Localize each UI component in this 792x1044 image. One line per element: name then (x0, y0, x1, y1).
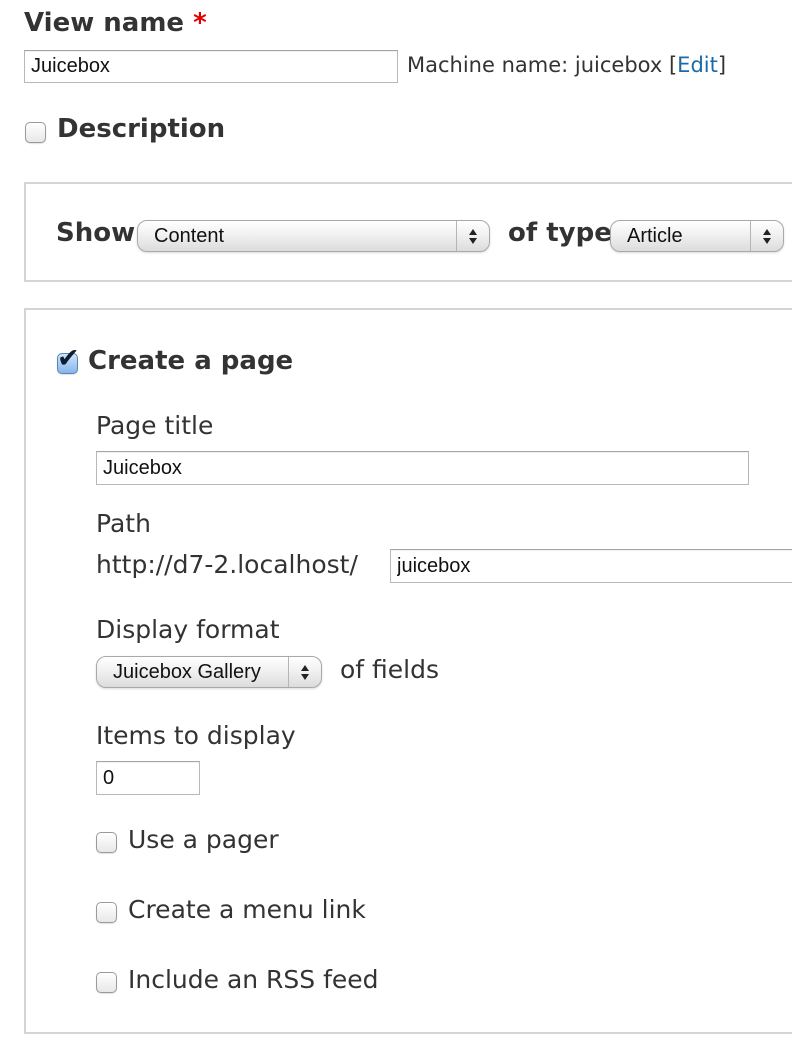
checkmark-icon: ✔ (57, 343, 80, 374)
display-format-label: Display format (96, 615, 280, 644)
view-name-input[interactable] (24, 50, 398, 83)
page-title-label: Page title (96, 411, 214, 440)
of-fields-label: of fields (340, 655, 440, 684)
view-name-label: View name * (24, 8, 207, 38)
path-prefix: http://d7-2.localhost/ (96, 550, 358, 579)
path-label: Path (96, 509, 151, 538)
path-input[interactable] (390, 549, 792, 583)
required-marker: * (193, 8, 207, 38)
display-format-select[interactable]: Juicebox Gallery (96, 656, 322, 688)
display-format-select-value: Juicebox Gallery (113, 661, 261, 683)
machine-name-text: Machine name: juicebox [ (407, 53, 678, 77)
use-pager-checkbox[interactable] (96, 832, 117, 853)
page-title-input[interactable] (96, 451, 749, 485)
show-type-select[interactable]: Article (610, 220, 784, 252)
rss-feed-checkbox[interactable] (96, 972, 117, 993)
description-checkbox[interactable] (25, 122, 46, 143)
show-label: Show (56, 218, 136, 248)
rss-feed-label: Include an RSS feed (128, 965, 379, 994)
create-page-label: Create a page (88, 346, 294, 376)
select-arrows-icon (456, 221, 489, 251)
create-page-checkbox[interactable]: ✔ (57, 345, 80, 374)
menu-link-checkbox[interactable] (96, 902, 117, 923)
machine-name-edit-link[interactable]: Edit (677, 53, 718, 77)
show-content-select-value: Content (154, 225, 225, 247)
items-to-display-label: Items to display (96, 721, 296, 750)
show-content-select[interactable]: Content (137, 220, 490, 252)
show-type-select-value: Article (627, 225, 683, 247)
select-arrows-icon (750, 221, 783, 251)
machine-name: Machine name: juicebox [Edit] (407, 53, 726, 77)
use-pager-label: Use a pager (128, 825, 279, 854)
select-arrows-icon (288, 657, 321, 687)
menu-link-label: Create a menu link (128, 895, 366, 924)
view-name-label-text: View name (24, 8, 185, 38)
of-type-label: of type (508, 218, 612, 248)
description-label: Description (57, 114, 226, 144)
items-to-display-input[interactable] (96, 761, 200, 795)
machine-name-suffix: ] (717, 53, 727, 77)
